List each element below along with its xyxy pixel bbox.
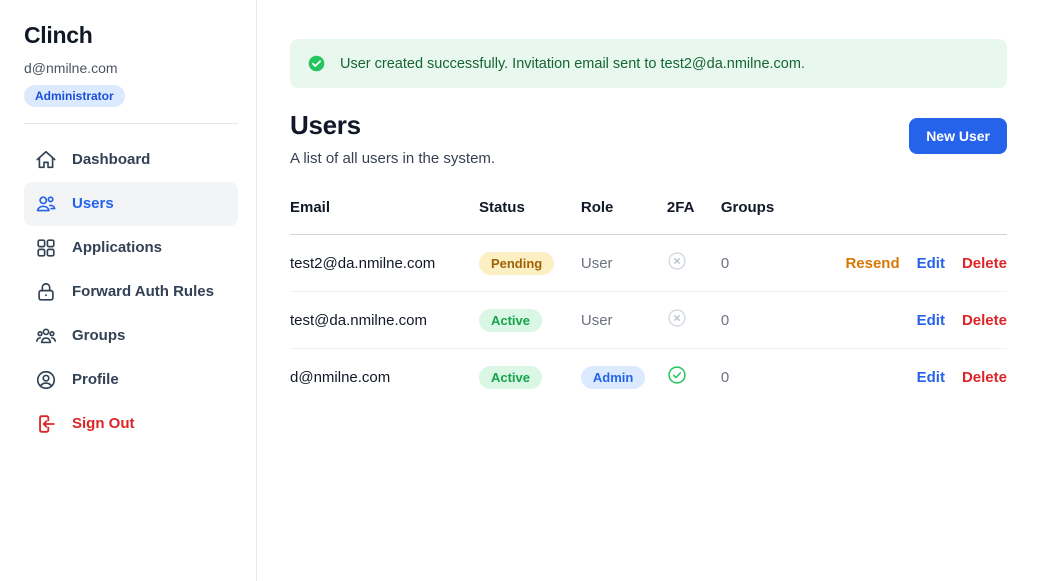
edit-link[interactable]: Edit: [917, 369, 945, 386]
column-header-email: Email: [290, 195, 479, 235]
delete-link[interactable]: Delete: [962, 255, 1007, 272]
success-banner: User created successfully. Invitation em…: [290, 39, 1007, 88]
user-group-icon: [35, 325, 57, 347]
column-header-groups: Groups: [721, 195, 829, 235]
app-logo: Clinch: [24, 22, 238, 49]
email-cell: d@nmilne.com: [290, 349, 479, 406]
column-header-status: Status: [479, 195, 581, 235]
users-icon: [35, 193, 57, 215]
row-actions: Edit Delete: [828, 349, 1007, 406]
sidebar-item-groups[interactable]: Groups: [24, 314, 238, 358]
page-subtitle: A list of all users in the system.: [290, 150, 495, 167]
sidebar-item-label: Sign Out: [72, 412, 135, 436]
sidebar-item-label: Users: [72, 192, 114, 216]
sidebar-item-profile[interactable]: Profile: [24, 358, 238, 402]
column-header-2fa: 2FA: [667, 195, 721, 235]
current-user-email: d@nmilne.com: [24, 60, 238, 76]
groups-count: 0: [721, 235, 829, 292]
table-row: test@da.nmilne.comActive User 0 Edit Delete: [290, 292, 1007, 349]
user-circle-icon: [35, 369, 57, 391]
delete-link[interactable]: Delete: [962, 312, 1007, 329]
sidebar-item-label: Dashboard: [72, 148, 150, 172]
role-cell: User: [581, 235, 667, 292]
lock-icon: [35, 281, 57, 303]
email-cell: test2@da.nmilne.com: [290, 235, 479, 292]
sidebar-item-users[interactable]: Users: [24, 182, 238, 226]
row-actions: Resend Edit Delete: [828, 235, 1007, 292]
sidebar-divider: [24, 123, 238, 124]
edit-link[interactable]: Edit: [917, 312, 945, 329]
column-header-role: Role: [581, 195, 667, 235]
success-banner-message: User created successfully. Invitation em…: [340, 56, 805, 72]
status-badge: Active: [479, 366, 542, 389]
twofa-disabled-icon: [667, 251, 687, 271]
sidebar-item-label: Groups: [72, 324, 125, 348]
role-badge: Admin: [581, 366, 645, 389]
apps-grid-icon: [35, 237, 57, 259]
home-icon: [35, 149, 57, 171]
twofa-enabled-icon: [667, 365, 687, 385]
table-row: test2@da.nmilne.comPending User 0 Resend Edi…: [290, 235, 1007, 292]
sidebar-item-sign-out[interactable]: Sign Out: [24, 402, 238, 446]
status-badge: Active: [479, 309, 542, 332]
users-table: EmailStatusRole2FAGroups test2@da.nmilne…: [290, 195, 1007, 405]
sign-out-icon: [35, 413, 57, 435]
row-actions: Edit Delete: [828, 292, 1007, 349]
resend-link[interactable]: Resend: [845, 255, 899, 272]
groups-count: 0: [721, 349, 829, 406]
email-cell: test@da.nmilne.com: [290, 292, 479, 349]
sidebar-item-forward-auth-rules[interactable]: Forward Auth Rules: [24, 270, 238, 314]
page-header: Users A list of all users in the system.…: [290, 110, 1007, 167]
table-header-row: EmailStatusRole2FAGroups: [290, 195, 1007, 235]
sidebar-item-dashboard[interactable]: Dashboard: [24, 138, 238, 182]
role-cell: User: [581, 292, 667, 349]
check-circle-solid-icon: [308, 55, 340, 72]
sidebar-item-label: Applications: [72, 236, 162, 260]
main-content: User created successfully. Invitation em…: [257, 0, 1039, 581]
table-row: d@nmilne.comActive Admin 0 Edit Delete: [290, 349, 1007, 406]
twofa-disabled-icon: [667, 308, 687, 328]
sidebar-item-label: Forward Auth Rules: [72, 280, 214, 304]
sidebar-nav: Dashboard Users Applications Forward Auth R…: [24, 138, 238, 446]
edit-link[interactable]: Edit: [917, 255, 945, 272]
page-title: Users: [290, 110, 495, 141]
sidebar-item-label: Profile: [72, 368, 119, 392]
administrator-badge: Administrator: [24, 85, 125, 107]
groups-count: 0: [721, 292, 829, 349]
sidebar-item-applications[interactable]: Applications: [24, 226, 238, 270]
sidebar: Clinch d@nmilne.com Administrator Dashbo…: [0, 0, 257, 581]
delete-link[interactable]: Delete: [962, 369, 1007, 386]
new-user-button[interactable]: New User: [909, 118, 1007, 154]
status-badge: Pending: [479, 252, 554, 275]
